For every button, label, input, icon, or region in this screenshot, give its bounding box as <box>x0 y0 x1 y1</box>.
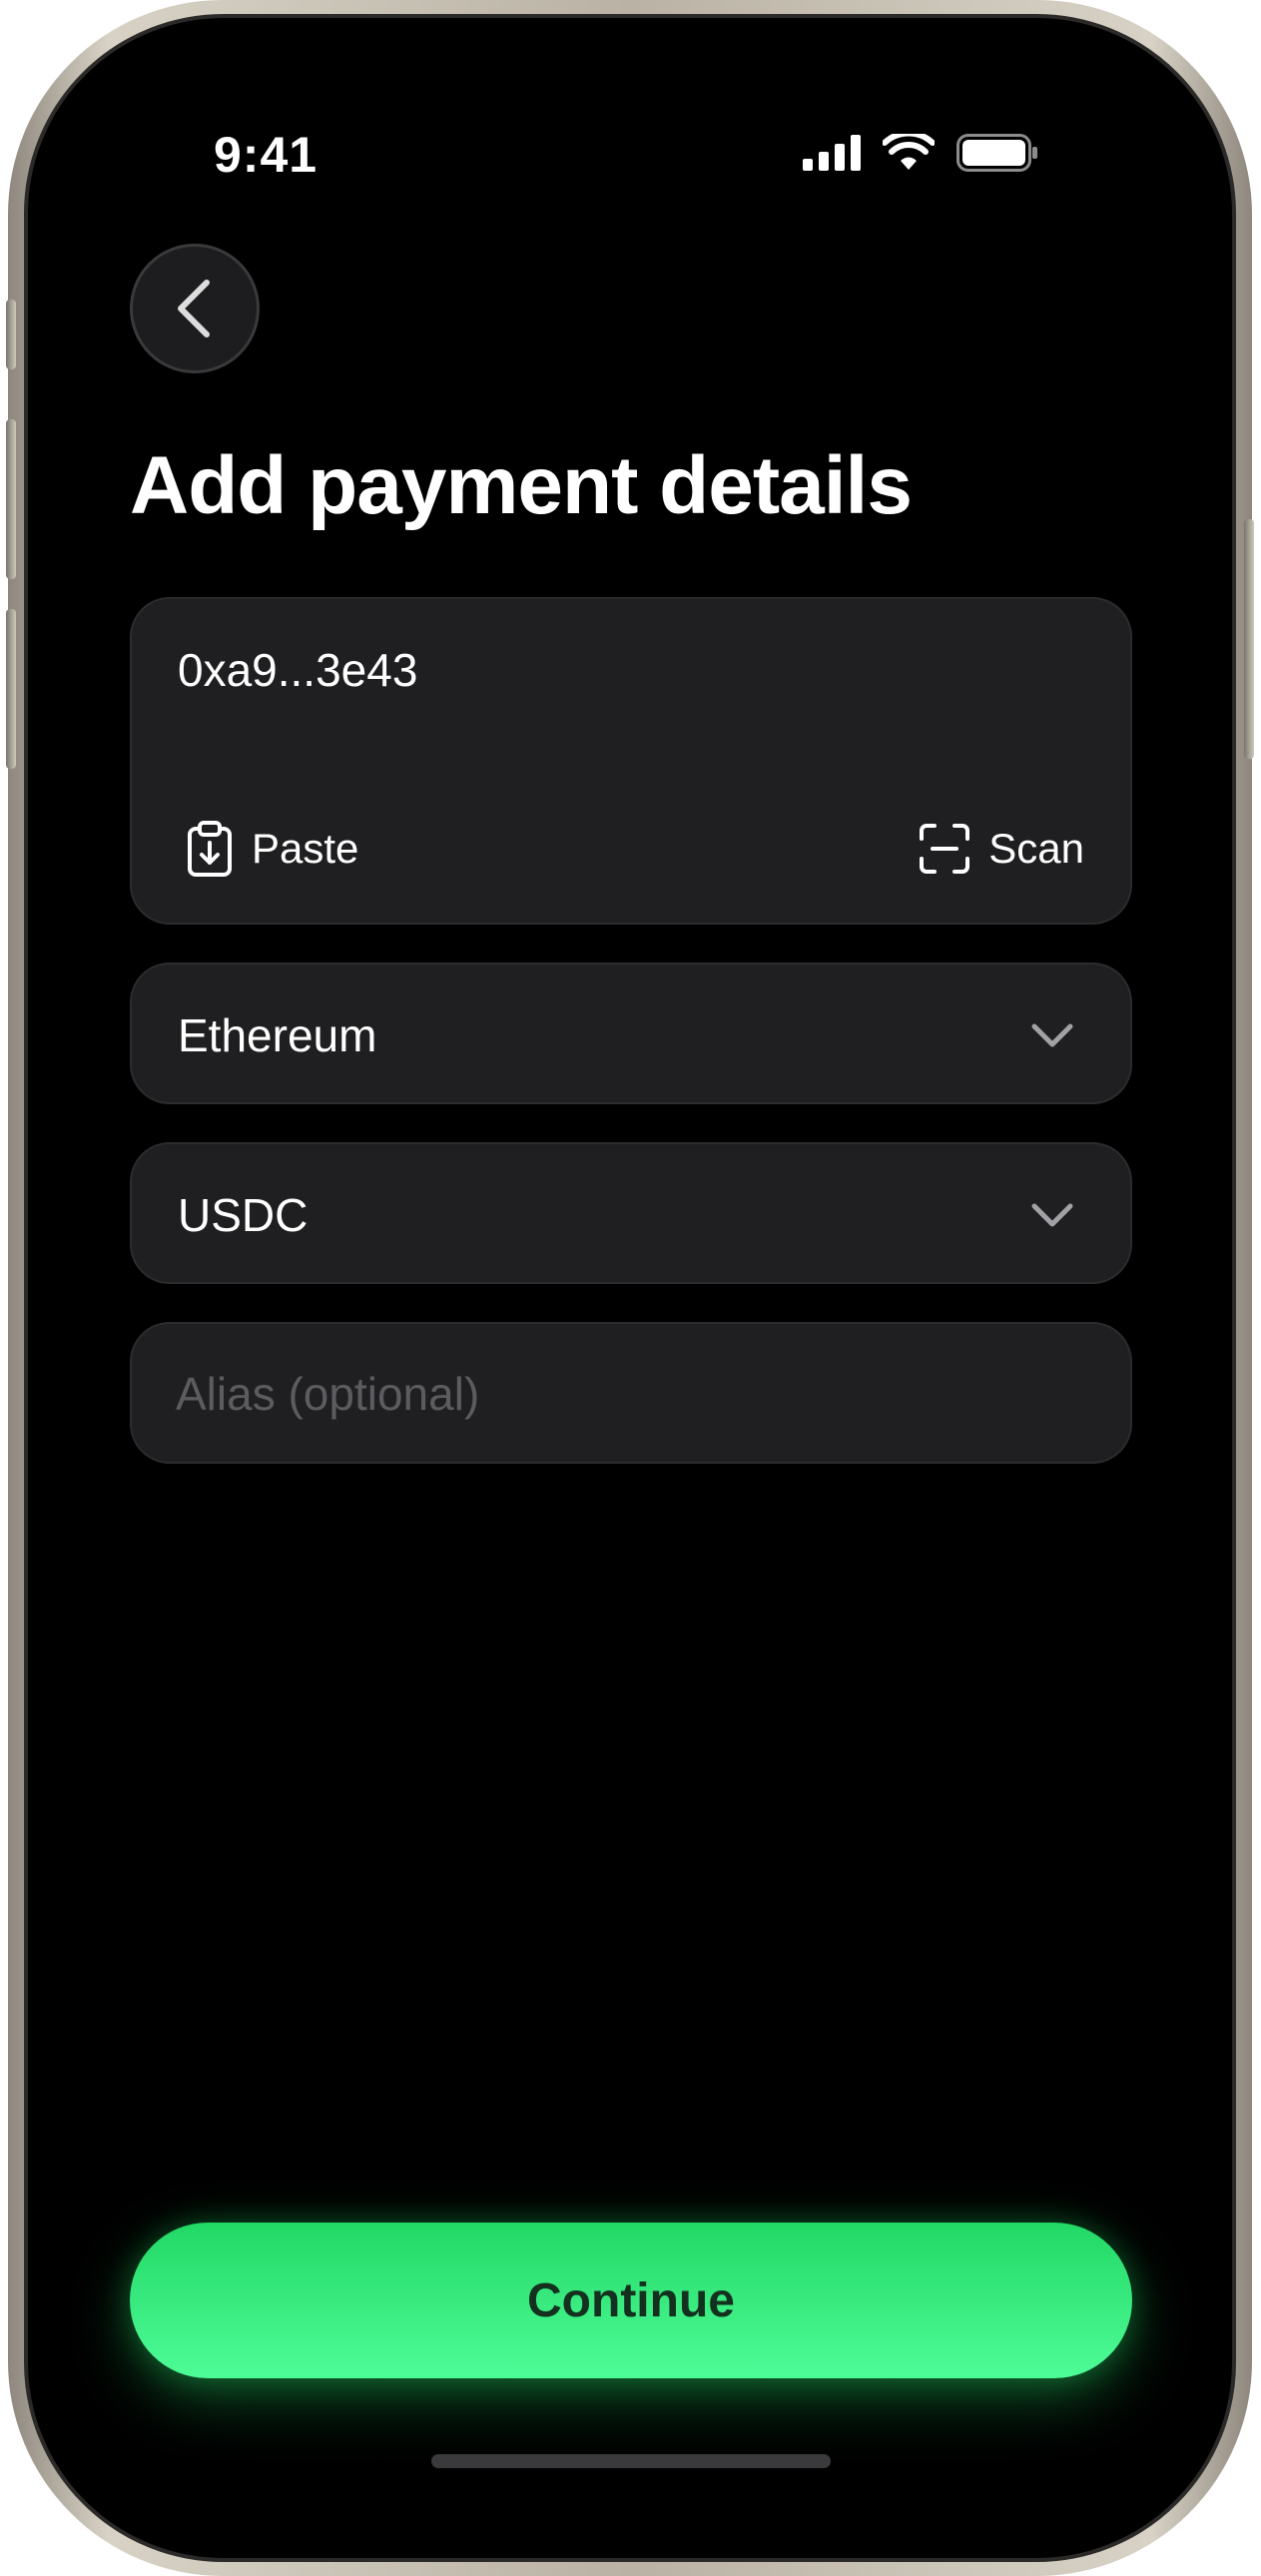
wallet-address-card[interactable]: 0xa9...3e43 Paste Scan <box>130 597 1132 925</box>
volume-up-button <box>6 419 16 579</box>
token-select[interactable]: USDC <box>130 1142 1132 1284</box>
side-power-button <box>1244 519 1254 759</box>
alias-field[interactable] <box>130 1322 1132 1464</box>
home-indicator[interactable] <box>431 2454 831 2468</box>
token-select-value: USDC <box>178 1189 309 1241</box>
volume-down-button <box>6 609 16 769</box>
scan-frame-icon <box>920 824 970 874</box>
wallet-address-value[interactable]: 0xa9...3e43 <box>178 643 417 697</box>
back-button[interactable] <box>130 244 260 373</box>
scan-button[interactable]: Scan <box>919 817 1084 881</box>
chevron-left-icon <box>178 280 210 337</box>
ringer-switch <box>6 300 16 369</box>
scan-label: Scan <box>988 825 1084 872</box>
alias-input[interactable] <box>176 1348 1074 1440</box>
network-select[interactable]: Ethereum <box>130 963 1132 1104</box>
page-title: Add payment details <box>130 440 913 531</box>
wifi-icon <box>883 134 935 170</box>
app-screen: 9:41 Add payment details 0xa9...3e43 Pas… <box>64 60 1198 2516</box>
status-icons <box>803 134 1038 172</box>
chevron-down-icon <box>1031 1203 1073 1227</box>
battery-icon <box>956 134 1037 172</box>
paste-label: Paste <box>252 825 359 872</box>
clipboard-download-icon <box>188 821 232 877</box>
status-time: 9:41 <box>214 127 318 183</box>
continue-button[interactable]: Continue <box>130 2223 1132 2378</box>
network-select-value: Ethereum <box>178 1009 377 1061</box>
paste-button[interactable]: Paste <box>186 817 358 881</box>
chevron-down-icon <box>1031 1023 1073 1047</box>
signal-icon <box>803 135 861 171</box>
status-bar: 9:41 <box>64 60 1198 250</box>
